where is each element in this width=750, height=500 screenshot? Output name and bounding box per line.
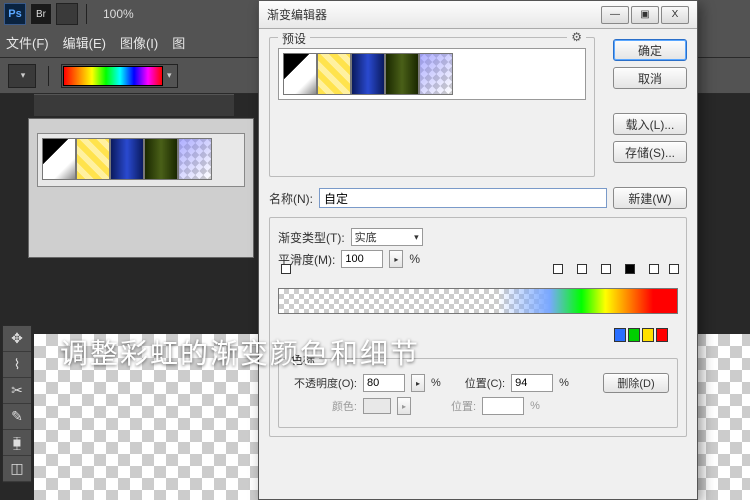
location-label: 位置(C): <box>465 375 505 391</box>
menu-file[interactable]: 文件(F) <box>6 33 49 52</box>
stamp-tool-icon[interactable]: ⧯ <box>3 430 31 456</box>
name-input[interactable] <box>319 188 607 208</box>
opacity-stop[interactable] <box>649 264 659 274</box>
opacity-stop[interactable] <box>553 264 563 274</box>
preset-swatch[interactable] <box>385 53 419 95</box>
color-well <box>363 398 391 414</box>
location-input[interactable] <box>511 374 553 392</box>
preset-grid <box>278 48 586 100</box>
opacity-spinner[interactable]: ▸ <box>411 374 425 392</box>
launch-mini-bridge-icon[interactable] <box>56 3 78 25</box>
stops-fieldset: 色标 不透明度(O): ▸ % 位置(C): % 删除(D) 颜色: ▸ <box>278 358 678 428</box>
presets-fieldset: 预设 ⚙ <box>269 37 595 177</box>
delete-button[interactable]: 删除(D) <box>603 373 669 393</box>
opacity-stop[interactable] <box>601 264 611 274</box>
document-tab[interactable] <box>34 94 234 116</box>
opacity-stop[interactable] <box>625 264 635 274</box>
divider <box>86 4 87 24</box>
save-button[interactable]: 存储(S)... <box>613 141 687 163</box>
toolbox: ✥ ⌇ ✂ ✎ ⧯ ◫ <box>2 325 32 483</box>
gradient-picker-dropdown <box>28 118 254 258</box>
location2-label: 位置: <box>451 398 476 414</box>
chevron-down-icon[interactable]: ▾ <box>163 70 176 81</box>
lasso-tool-icon[interactable]: ⌇ <box>3 352 31 378</box>
preset-grid <box>37 133 245 187</box>
opacity-input[interactable] <box>363 374 405 392</box>
divider <box>48 66 49 86</box>
color-spinner: ▸ <box>397 397 411 415</box>
opacity-stop[interactable] <box>669 264 679 274</box>
gradient-editor-bar <box>278 276 678 342</box>
menu-image[interactable]: 图像(I) <box>120 33 158 52</box>
maximize-button[interactable]: ▣ <box>631 6 659 24</box>
photoshop-icon: Ps <box>4 3 26 25</box>
preset-swatch[interactable] <box>42 138 76 180</box>
type-label: 渐变类型(T): <box>278 229 345 246</box>
stops-label: 色标 <box>287 351 319 368</box>
cancel-button[interactable]: 取消 <box>613 67 687 89</box>
smoothness-spinner[interactable]: ▸ <box>389 250 403 268</box>
preset-swatch[interactable] <box>178 138 212 180</box>
tool-preset-picker[interactable] <box>8 64 36 88</box>
new-button[interactable]: 新建(W) <box>613 187 687 209</box>
dialog-title-bar[interactable]: 渐变编辑器 — ▣ X <box>259 1 697 29</box>
presets-label: 预设 <box>278 30 310 47</box>
flyout-menu-icon[interactable]: ⚙ <box>567 30 586 44</box>
ok-button[interactable]: 确定 <box>613 39 687 61</box>
close-button[interactable]: X <box>661 6 689 24</box>
preset-swatch[interactable] <box>283 53 317 95</box>
menu-edit[interactable]: 编辑(E) <box>63 33 106 52</box>
bridge-icon[interactable]: Br <box>30 3 52 25</box>
opacity-stop[interactable] <box>281 264 291 274</box>
preset-swatch[interactable] <box>110 138 144 180</box>
brush-tool-icon[interactable]: ✎ <box>3 404 31 430</box>
preset-swatch[interactable] <box>351 53 385 95</box>
opacity-label: 不透明度(O): <box>287 375 357 391</box>
gradient-type-fieldset: 渐变类型(T): 实底 平滑度(M): ▸ % <box>269 217 687 437</box>
color-stop[interactable] <box>642 328 654 342</box>
minimize-button[interactable]: — <box>601 6 629 24</box>
preset-swatch[interactable] <box>144 138 178 180</box>
name-label: 名称(N): <box>269 190 313 207</box>
preset-swatch[interactable] <box>419 53 453 95</box>
move-tool-icon[interactable]: ✥ <box>3 326 31 352</box>
crop-tool-icon[interactable]: ✂ <box>3 378 31 404</box>
location2-input <box>482 397 524 415</box>
type-combo[interactable]: 实底 <box>351 228 423 246</box>
load-button[interactable]: 载入(L)... <box>613 113 687 135</box>
gradient-preview[interactable] <box>63 66 163 86</box>
dialog-title: 渐变编辑器 <box>267 6 327 23</box>
preset-swatch[interactable] <box>317 53 351 95</box>
preset-swatch[interactable] <box>76 138 110 180</box>
gradient-editor-dialog: 渐变编辑器 — ▣ X 确定 取消 载入(L)... 存储(S)... 预设 ⚙ <box>258 0 698 500</box>
gradient-ramp[interactable] <box>278 288 678 314</box>
color-stop[interactable] <box>656 328 668 342</box>
color-stop[interactable] <box>614 328 626 342</box>
smoothness-input[interactable] <box>341 250 383 268</box>
zoom-level[interactable]: 100% <box>95 7 142 21</box>
percent-label: % <box>409 252 420 266</box>
color-stop[interactable] <box>628 328 640 342</box>
menu-layer[interactable]: 图 <box>172 33 185 52</box>
color-label: 颜色: <box>287 398 357 414</box>
eraser-tool-icon[interactable]: ◫ <box>3 456 31 482</box>
opacity-stop[interactable] <box>577 264 587 274</box>
